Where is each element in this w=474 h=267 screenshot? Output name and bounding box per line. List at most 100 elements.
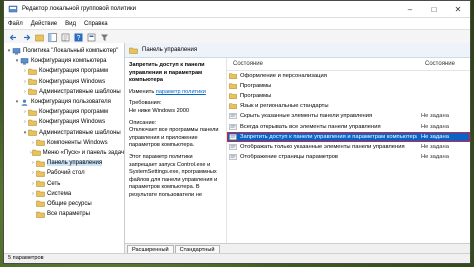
title-bar: Редактор локальной групповой политики – …	[4, 1, 470, 18]
list-item[interactable]: Отображать только указанные элементы пан…	[227, 142, 470, 152]
tree-node[interactable]: › Рабочий стол	[4, 168, 124, 178]
menu-view[interactable]: Вид	[61, 21, 80, 27]
tree-node-label: Сеть	[47, 180, 61, 187]
tree-node-label: Рабочий стол	[47, 170, 85, 177]
list-item[interactable]: Оформление и персонализация	[227, 71, 470, 81]
folder-icon	[229, 103, 237, 110]
list-item[interactable]: Язык и региональные стандарты	[227, 101, 470, 111]
column-header-setting[interactable]: Состояние	[227, 61, 421, 67]
tree-node[interactable]: › Конфигурация Windows	[4, 117, 124, 127]
setting-name: Скрыть указанные элементы панели управле…	[240, 113, 373, 120]
close-button[interactable]: ✕	[446, 1, 470, 17]
maximize-button[interactable]: □	[422, 1, 446, 17]
minimize-button[interactable]: –	[398, 1, 422, 17]
setting-name: Язык и региональные стандарты	[240, 103, 329, 110]
forward-arrow-icon[interactable]	[21, 32, 31, 42]
menu-help[interactable]: Справка	[80, 21, 112, 27]
help-icon[interactable]: ?	[73, 32, 83, 42]
list-item[interactable]: Запретить доступ к панели управления и п…	[227, 131, 470, 142]
edit-policy-link[interactable]: параметр политики	[156, 89, 206, 95]
tree-node[interactable]: Все параметры	[4, 209, 124, 219]
status-bar: 5 параметров	[4, 253, 470, 263]
tree-node[interactable]: › Конфигурация программ	[4, 66, 124, 76]
setting-name: Всегда открывать все элементы панели упр…	[240, 123, 381, 130]
setting-state: Не задана	[421, 123, 449, 130]
setting-name: Запретить доступ к панели управления и п…	[240, 133, 417, 140]
setting-name: Программы	[240, 83, 272, 90]
list-header: Состояние Состояние	[227, 58, 470, 71]
tree-node[interactable]: › Конфигурация Windows	[4, 77, 124, 87]
policy-setting-icon	[229, 143, 237, 150]
folder-icon	[28, 89, 37, 96]
list-item[interactable]: Отображение страницы параметров Не задана	[227, 152, 470, 162]
tree-node[interactable]: ▾ Политика "Локальный компьютер"	[4, 46, 124, 56]
menu-file[interactable]: Файл	[4, 21, 27, 27]
setting-state: Не задана	[421, 133, 449, 140]
user-icon	[21, 99, 28, 106]
menu-action[interactable]: Действие	[27, 21, 61, 27]
setting-name: Отображение страницы параметров	[240, 153, 339, 160]
tree-node[interactable]: ▾ Административные шаблоны	[4, 128, 124, 138]
setting-state: Не задана	[421, 113, 449, 120]
tree-node-label: Конфигурация программ	[39, 68, 108, 75]
back-arrow-icon[interactable]	[8, 32, 18, 42]
tree-node[interactable]: ▾ Конфигурация компьютера	[4, 56, 124, 66]
setting-state: Не задана	[421, 143, 449, 150]
tree-node-label: Компоненты Windows	[47, 139, 108, 146]
list-item[interactable]: Скрыть указанные элементы панели управле…	[227, 111, 470, 121]
tree-node[interactable]: › Конфигурация программ	[4, 107, 124, 117]
description-text: Отключает все программы панели управлени…	[129, 127, 219, 149]
folder-up-icon[interactable]	[34, 32, 44, 42]
list-item[interactable]: Программы	[227, 81, 470, 91]
tree-node[interactable]: Общие ресурсы	[4, 199, 124, 209]
tree-node[interactable]: › Система	[4, 189, 124, 199]
svg-text:?: ?	[76, 35, 80, 42]
folder-icon	[28, 129, 37, 136]
window-title: Редактор локальной групповой политики	[22, 6, 136, 12]
tree-node-label: Панель управления	[47, 160, 103, 167]
setting-name: Программы	[240, 93, 272, 100]
folder-icon	[36, 140, 45, 147]
export-icon[interactable]	[60, 32, 70, 42]
list-item[interactable]: Всегда открывать все элементы панели упр…	[227, 121, 470, 131]
folder-icon	[31, 150, 41, 157]
description-more: Этот параметр политики запрещает запуск …	[129, 153, 218, 198]
tree-node[interactable]: ▾ Конфигурация пользователя	[4, 97, 124, 107]
tree-node-label: Конфигурация компьютера	[31, 58, 107, 65]
tree-node-label: Административные шаблоны	[39, 129, 121, 136]
policy-setting-icon	[229, 113, 237, 120]
folder-icon	[36, 211, 45, 218]
pane-header: Панель управления	[125, 43, 470, 58]
settings-list: Состояние Состояние Оформление и персона…	[227, 58, 470, 243]
tree-node[interactable]: › Административные шаблоны	[4, 87, 124, 97]
tree-node-label: Административные шаблоны	[39, 88, 121, 95]
properties-icon[interactable]	[86, 32, 96, 42]
gpedit-app-icon	[8, 5, 18, 13]
computer-icon	[12, 47, 21, 55]
policy-setting-icon	[229, 133, 237, 140]
tree-node[interactable]: › Меню «Пуск» и панель задач	[4, 148, 124, 158]
folder-icon	[36, 201, 45, 208]
folder-icon	[28, 109, 37, 116]
tree-node-label: Все параметры	[47, 211, 90, 218]
filter-icon[interactable]	[99, 32, 109, 42]
folder-icon	[36, 170, 45, 177]
tree-node[interactable]: › Панель управления	[4, 158, 124, 168]
console-tree-icon[interactable]	[47, 32, 57, 42]
folder-icon	[36, 180, 45, 187]
policy-description: Запретить доступ к панели управления и п…	[125, 58, 227, 243]
tree-node[interactable]: › Сеть	[4, 178, 124, 188]
folder-icon	[36, 160, 45, 167]
policy-setting-icon	[229, 123, 237, 130]
setting-name: Оформление и персонализация	[240, 73, 327, 80]
requirements-value: Не ниже Windows 2000	[129, 107, 190, 114]
folder-icon	[28, 78, 37, 85]
tree-node[interactable]: › Компоненты Windows	[4, 138, 124, 148]
column-header-state[interactable]: Состояние	[421, 61, 470, 67]
folder-icon	[229, 93, 237, 100]
gpedit-window: Редактор локальной групповой политики – …	[3, 0, 471, 264]
folder-icon	[28, 68, 37, 75]
tree-node-label: Общие ресурсы	[47, 200, 92, 207]
folder-icon	[28, 119, 37, 126]
list-item[interactable]: Программы	[227, 91, 470, 101]
